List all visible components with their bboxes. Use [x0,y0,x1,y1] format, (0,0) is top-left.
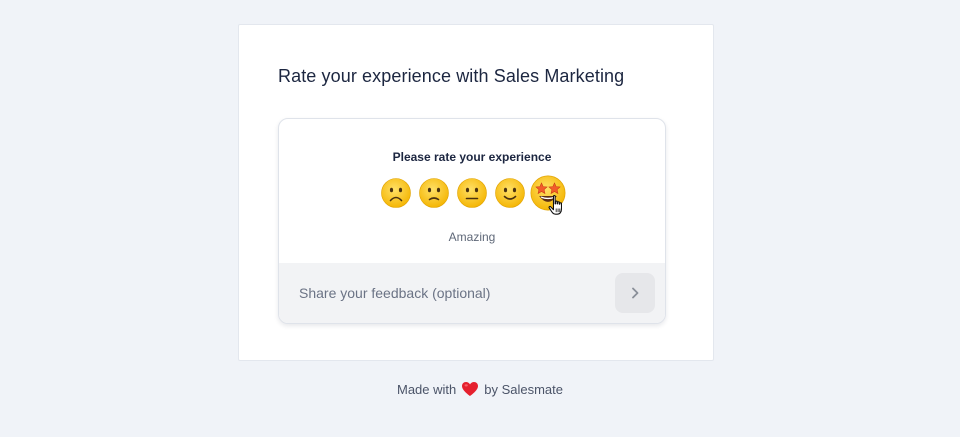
heart-icon [462,382,479,396]
rating-option-4[interactable] [494,177,526,209]
neutral-face-icon [457,178,487,208]
rating-option-3[interactable] [456,177,488,209]
rating-widget: Please rate your experience Amazing Shar… [278,118,666,324]
slightly-smiling-face-icon [495,178,525,208]
rating-card: Rate your experience with Sales Marketin… [238,24,714,361]
frowning-face-icon [381,178,411,208]
hand-pointer-cursor-icon [548,195,563,215]
feedback-bar [279,263,665,323]
rating-option-1[interactable] [380,177,412,209]
footer-suffix: by Salesmate [484,381,563,397]
footer-prefix: Made with [396,381,457,397]
rating-prompt: Please rate your experience [392,150,552,164]
rating-option-5[interactable] [530,175,566,215]
feedback-input[interactable] [279,263,609,323]
rating-option-2[interactable] [418,177,450,209]
page-title: Rate your experience with Sales Marketin… [278,66,625,86]
chevron-right-icon [632,287,639,299]
footer: Made with by Salesmate [0,381,960,397]
emoji-rating-group [279,175,665,215]
selected-rating-label: Amazing [448,230,496,244]
send-feedback-button[interactable] [615,273,655,313]
slightly-frowning-face-icon [419,178,449,208]
